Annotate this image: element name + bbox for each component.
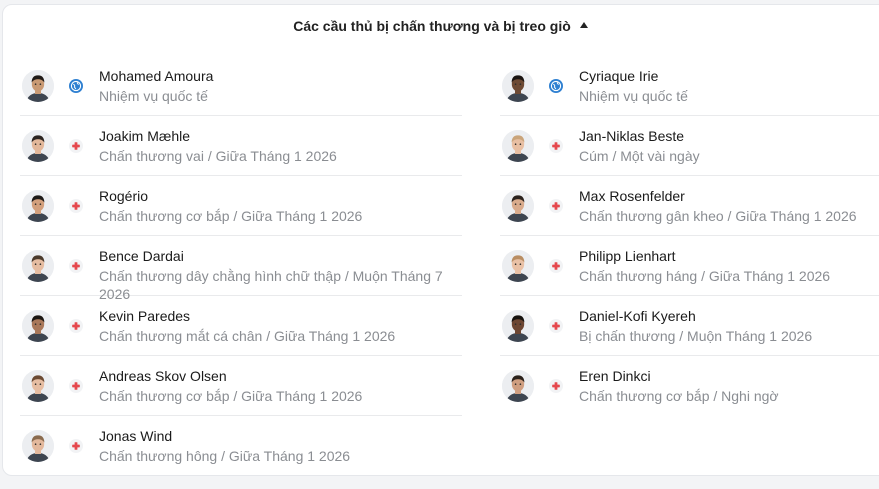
caret-up-icon	[579, 22, 588, 28]
player-name: Daniel-Kofi Kyereh	[579, 308, 696, 324]
player-row[interactable]: Jan-Niklas Beste Cúm / Một vài ngày	[500, 116, 879, 176]
player-row[interactable]: Jonas Wind Chấn thương hông / Giữa Tháng …	[20, 416, 462, 475]
player-name: Kevin Paredes	[99, 308, 191, 324]
player-avatar	[502, 250, 534, 282]
player-avatar	[22, 370, 54, 402]
player-row[interactable]: Bence Dardai Chấn thương dây chằng hình c…	[20, 236, 462, 302]
player-avatar	[502, 190, 534, 222]
player-avatar	[502, 130, 534, 162]
injury-detail: Chấn thương cơ bắp / Nghi ngờ	[579, 388, 779, 404]
player-name: Eren Dinkci	[579, 368, 651, 384]
injury-detail: Chấn thương háng / Giữa Tháng 1 2026	[579, 268, 831, 284]
player-row[interactable]: Philipp Lienhart Chấn thương háng / Giữa …	[500, 236, 879, 296]
player-row[interactable]: Cyriaque Irie Nhiệm vụ quốc tế	[500, 56, 879, 116]
globe-icon	[69, 79, 83, 93]
injury-detail: Chấn thương cơ bắp / Giữa Tháng 1 2026	[99, 388, 363, 404]
player-avatar	[22, 130, 54, 162]
left-player-list: Mohamed Amoura Nhiệm vụ quốc tế Joakim Mæh…	[20, 56, 462, 475]
player-row[interactable]: Rogério Chấn thương cơ bắp / Giữa Tháng 1…	[20, 176, 462, 236]
injury-cross-icon	[549, 379, 563, 393]
player-name: Mohamed Amoura	[99, 68, 214, 84]
player-avatar	[502, 310, 534, 342]
globe-icon	[549, 79, 563, 93]
injury-cross-icon	[69, 139, 83, 153]
injury-detail: Chấn thương gân kheo / Giữa Tháng 1 2026	[579, 208, 857, 224]
injury-cross-icon	[69, 319, 83, 333]
player-avatar	[502, 70, 534, 102]
injury-cross-icon	[549, 259, 563, 273]
right-player-list: Cyriaque Irie Nhiệm vụ quốc tế Jan-Niklas …	[500, 56, 879, 415]
injury-cross-icon	[69, 259, 83, 273]
player-name: Jan-Niklas Beste	[579, 128, 685, 144]
injury-detail: Bị chấn thương / Muộn Tháng 1 2026	[579, 328, 813, 344]
injury-detail: Chấn thương mắt cá chân / Giữa Tháng 1 2…	[99, 328, 396, 344]
player-row[interactable]: Eren Dinkci Chấn thương cơ bắp / Nghi ngờ	[500, 356, 879, 415]
player-avatar	[22, 190, 54, 222]
player-row[interactable]: Andreas Skov Olsen Chấn thương cơ bắp / G…	[20, 356, 462, 416]
injury-cross-icon	[549, 319, 563, 333]
player-row[interactable]: Max Rosenfelder Chấn thương gân kheo / Gi…	[500, 176, 879, 236]
player-avatar	[502, 370, 534, 402]
injury-detail: Nhiệm vụ quốc tế	[99, 88, 208, 104]
player-row[interactable]: Kevin Paredes Chấn thương mắt cá chân / G…	[20, 296, 462, 356]
injury-detail: Cúm / Một vài ngày	[579, 148, 700, 164]
injury-detail: Chấn thương vai / Giữa Tháng 1 2026	[99, 148, 337, 164]
player-avatar	[22, 70, 54, 102]
injury-detail: Nhiệm vụ quốc tế	[579, 88, 688, 104]
injury-cross-icon	[69, 199, 83, 213]
section-title: Các cầu thủ bị chấn thương và bị treo gi…	[293, 18, 571, 34]
injury-cross-icon	[69, 379, 83, 393]
player-name: Philipp Lienhart	[579, 248, 676, 264]
player-name: Bence Dardai	[99, 248, 184, 264]
injury-detail: Chấn thương hông / Giữa Tháng 1 2026	[99, 448, 351, 464]
player-name: Andreas Skov Olsen	[99, 368, 227, 384]
player-name: Joakim Mæhle	[99, 128, 191, 144]
player-name: Max Rosenfelder	[579, 188, 685, 204]
player-avatar	[22, 430, 54, 462]
injury-cross-icon	[549, 139, 563, 153]
player-name: Jonas Wind	[99, 428, 173, 444]
player-name: Rogério	[99, 188, 149, 204]
injury-detail: Chấn thương cơ bắp / Giữa Tháng 1 2026	[99, 208, 363, 224]
player-row[interactable]: Joakim Mæhle Chấn thương vai / Giữa Tháng…	[20, 116, 462, 176]
injuries-section-toggle[interactable]: Các cầu thủ bị chấn thương và bị treo gi…	[2, 4, 879, 48]
player-avatar	[22, 310, 54, 342]
injury-cross-icon	[69, 439, 83, 453]
player-avatar	[22, 250, 54, 282]
injury-cross-icon	[549, 199, 563, 213]
player-row[interactable]: Daniel-Kofi Kyereh Bị chấn thương / Muộn …	[500, 296, 879, 356]
player-row[interactable]: Mohamed Amoura Nhiệm vụ quốc tế	[20, 56, 462, 116]
player-name: Cyriaque Irie	[579, 68, 659, 84]
